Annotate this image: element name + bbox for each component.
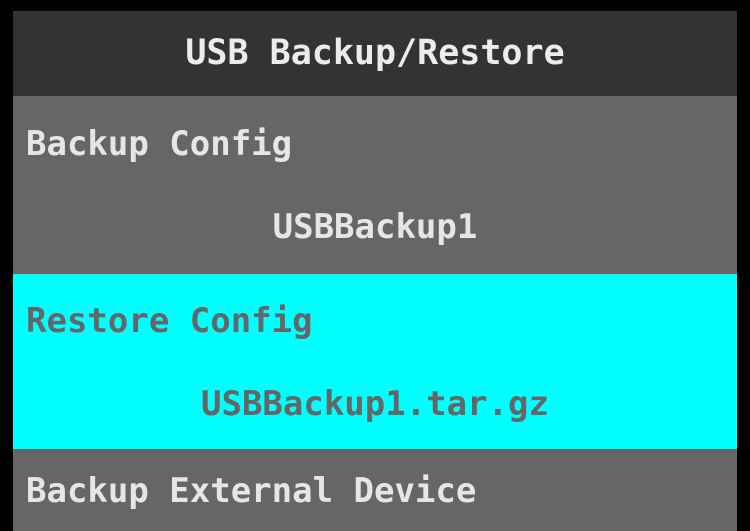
menu-item-restore-config[interactable]: Restore Config USBBackup1.tar.gz <box>13 274 737 449</box>
restore-config-label: Restore Config <box>26 301 313 341</box>
menu-item-backup-external-device[interactable]: Backup External Device <box>13 449 737 531</box>
backup-config-label: Backup Config <box>26 124 293 164</box>
restore-config-value: USBBackup1.tar.gz <box>201 384 549 424</box>
screen-title: USB Backup/Restore <box>13 11 737 96</box>
usb-backup-restore-screen: USB Backup/Restore Backup Config USBBack… <box>0 0 750 531</box>
backup-external-device-label: Backup External Device <box>26 471 477 511</box>
backup-config-value: USBBackup1 <box>272 207 478 247</box>
menu-item-backup-config[interactable]: Backup Config USBBackup1 <box>13 96 737 274</box>
